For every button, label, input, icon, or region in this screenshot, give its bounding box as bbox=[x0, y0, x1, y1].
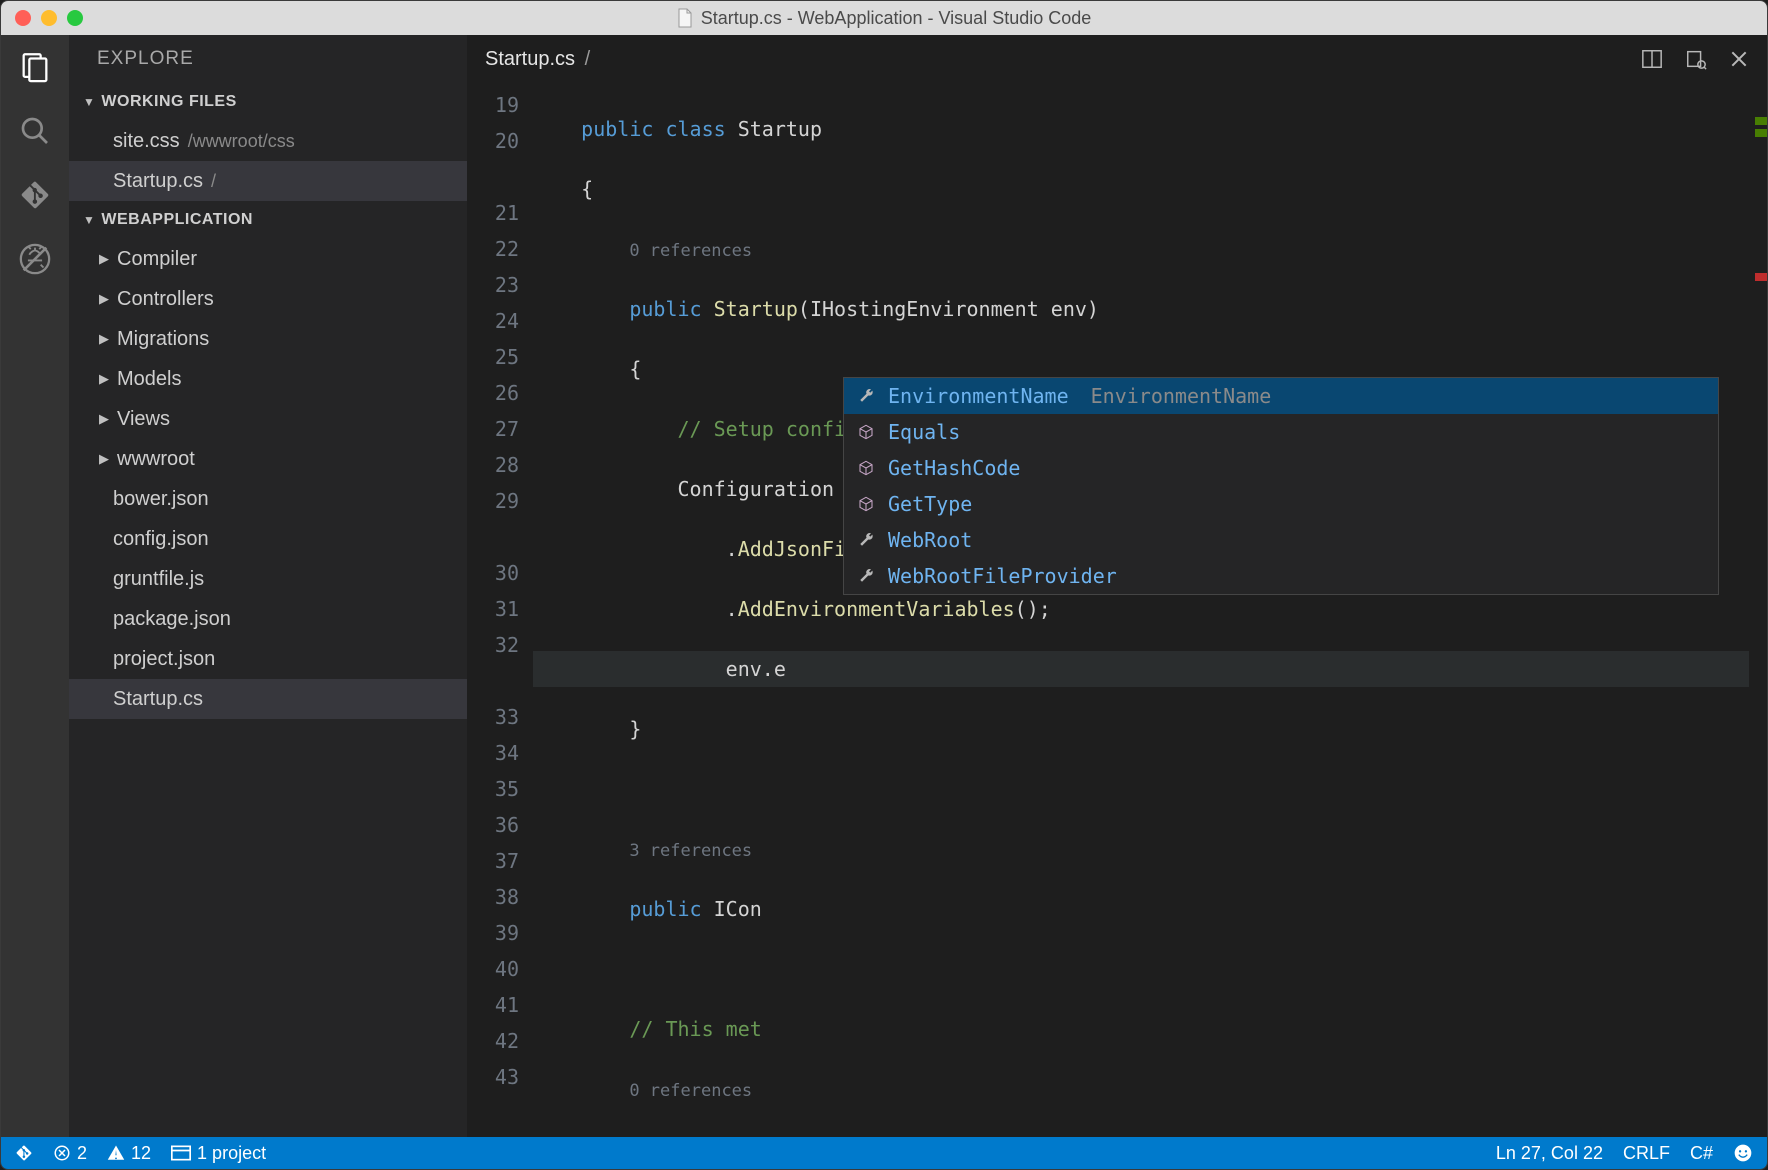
language-mode[interactable]: C# bbox=[1690, 1143, 1713, 1164]
suggest-label: Equals bbox=[888, 420, 960, 444]
suggest-item[interactable]: GetType bbox=[844, 486, 1718, 522]
file-icon bbox=[677, 8, 693, 28]
codelens[interactable]: 3 references bbox=[629, 841, 752, 861]
chevron-right-icon: ▶ bbox=[99, 251, 109, 267]
file-item[interactable]: project.json bbox=[69, 639, 467, 679]
cube-icon bbox=[856, 496, 876, 512]
suggest-label: GetHashCode bbox=[888, 456, 1020, 480]
chevron-right-icon: ▶ bbox=[99, 331, 109, 347]
tab-bar: Startup.cs / bbox=[467, 35, 1767, 83]
explorer-icon[interactable] bbox=[17, 49, 53, 85]
feedback-icon[interactable] bbox=[1733, 1143, 1753, 1163]
wrench-icon bbox=[856, 388, 876, 404]
folder-item[interactable]: ▶Models bbox=[69, 359, 467, 399]
sidebar-title: EXPLORE bbox=[69, 35, 467, 83]
suggest-item[interactable]: Equals bbox=[844, 414, 1718, 450]
intellisense-popup: EnvironmentName EnvironmentName Equals GetH… bbox=[843, 377, 1719, 595]
activity-bar bbox=[1, 35, 69, 1137]
file-item[interactable]: config.json bbox=[69, 519, 467, 559]
window-title: Startup.cs - WebApplication - Visual Stu… bbox=[701, 8, 1092, 29]
close-window-button[interactable] bbox=[15, 10, 31, 26]
working-files-header[interactable]: ▼ WORKING FILES bbox=[69, 83, 467, 121]
file-item[interactable]: gruntfile.js bbox=[69, 559, 467, 599]
chevron-right-icon: ▶ bbox=[99, 371, 109, 387]
status-bar: 2 12 1 project Ln 27, Col 22 CRLF C# bbox=[1, 1137, 1767, 1169]
suggest-item[interactable]: GetHashCode bbox=[844, 450, 1718, 486]
working-file-item[interactable]: site.css /wwwroot/css bbox=[69, 121, 467, 161]
window-icon bbox=[171, 1145, 191, 1161]
show-preview-icon[interactable] bbox=[1685, 48, 1707, 70]
chevron-down-icon: ▼ bbox=[83, 213, 95, 227]
chevron-right-icon: ▶ bbox=[99, 291, 109, 307]
folder-item[interactable]: ▶Compiler bbox=[69, 239, 467, 279]
codelens[interactable]: 0 references bbox=[629, 1081, 752, 1101]
suggest-label: WebRootFileProvider bbox=[888, 564, 1117, 588]
suggest-label: EnvironmentName bbox=[888, 384, 1069, 408]
file-item[interactable]: Startup.cs bbox=[69, 679, 467, 719]
git-icon[interactable] bbox=[17, 177, 53, 213]
suggest-label: WebRoot bbox=[888, 528, 972, 552]
line-gutter: 1920212223242526272829303132333435363738… bbox=[467, 83, 533, 1137]
search-icon[interactable] bbox=[17, 113, 53, 149]
project-header[interactable]: ▼ WEBAPPLICATION bbox=[69, 201, 467, 239]
codelens[interactable]: 0 references bbox=[629, 241, 752, 261]
cube-icon bbox=[856, 460, 876, 476]
folder-item[interactable]: ▶Migrations bbox=[69, 319, 467, 359]
suggest-item[interactable]: EnvironmentName EnvironmentName bbox=[844, 378, 1718, 414]
sidebar: EXPLORE ▼ WORKING FILES site.css /wwwroo… bbox=[69, 35, 467, 1137]
titlebar: Startup.cs - WebApplication - Visual Stu… bbox=[1, 1, 1767, 35]
folder-item[interactable]: ▶Views bbox=[69, 399, 467, 439]
eol-mode[interactable]: CRLF bbox=[1623, 1143, 1670, 1164]
git-status[interactable] bbox=[15, 1144, 33, 1162]
minimize-window-button[interactable] bbox=[41, 10, 57, 26]
code-editor[interactable]: 1920212223242526272829303132333435363738… bbox=[467, 83, 1767, 1137]
debug-icon[interactable] bbox=[17, 241, 53, 277]
split-editor-icon[interactable] bbox=[1641, 48, 1663, 70]
folder-item[interactable]: ▶wwwroot bbox=[69, 439, 467, 479]
cube-icon bbox=[856, 424, 876, 440]
suggest-label: GetType bbox=[888, 492, 972, 516]
open-tab[interactable]: Startup.cs / bbox=[485, 48, 590, 71]
code-content[interactable]: public class Startup { 0 references publ… bbox=[533, 83, 1767, 1137]
file-item[interactable]: package.json bbox=[69, 599, 467, 639]
suggest-detail: EnvironmentName bbox=[1091, 384, 1272, 408]
suggest-item[interactable]: WebRootFileProvider bbox=[844, 558, 1718, 594]
error-icon bbox=[53, 1144, 71, 1162]
warning-icon bbox=[107, 1144, 125, 1162]
wrench-icon bbox=[856, 568, 876, 584]
cursor-position[interactable]: Ln 27, Col 22 bbox=[1496, 1143, 1603, 1164]
file-item[interactable]: bower.json bbox=[69, 479, 467, 519]
close-editor-icon[interactable] bbox=[1729, 49, 1749, 69]
chevron-down-icon: ▼ bbox=[83, 95, 95, 109]
chevron-right-icon: ▶ bbox=[99, 451, 109, 467]
wrench-icon bbox=[856, 532, 876, 548]
errors-count[interactable]: 2 bbox=[53, 1143, 87, 1164]
warnings-count[interactable]: 12 bbox=[107, 1143, 151, 1164]
working-file-item[interactable]: Startup.cs / bbox=[69, 161, 467, 201]
project-count[interactable]: 1 project bbox=[171, 1143, 266, 1164]
suggest-item[interactable]: WebRoot bbox=[844, 522, 1718, 558]
chevron-right-icon: ▶ bbox=[99, 411, 109, 427]
folder-item[interactable]: ▶Controllers bbox=[69, 279, 467, 319]
overview-ruler[interactable] bbox=[1749, 83, 1767, 1137]
maximize-window-button[interactable] bbox=[67, 10, 83, 26]
